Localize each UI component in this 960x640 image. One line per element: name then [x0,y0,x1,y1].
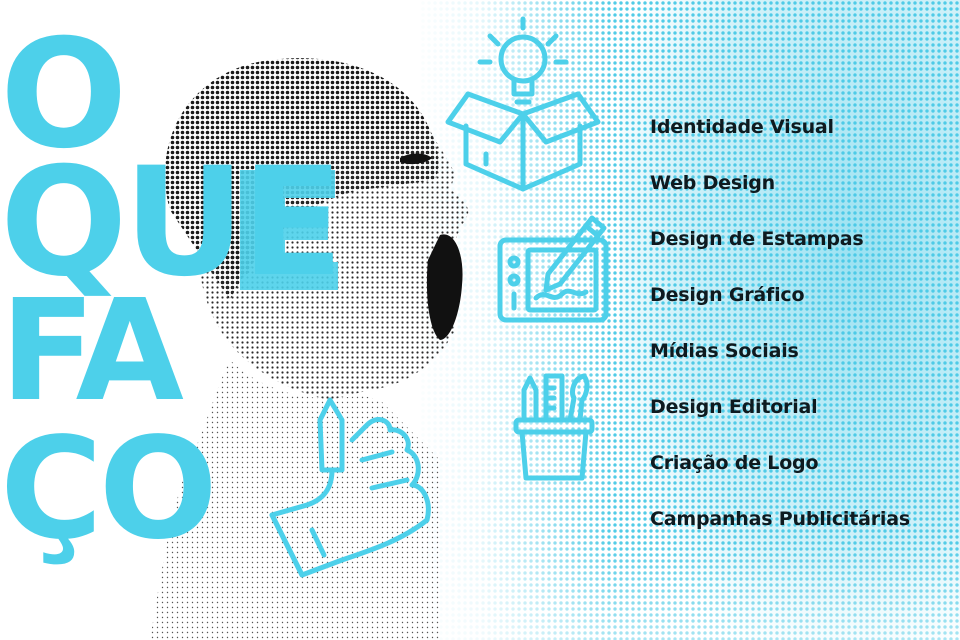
service-item: Campanhas Publicitárias [650,508,910,530]
service-item: Identidade Visual [650,116,834,138]
service-item: Web Design [650,172,775,194]
pen-cup-icon [510,370,600,485]
service-item: Design Gráfico [650,284,805,306]
lightbulb-box-icon [438,14,608,194]
headline-co: ÇO [0,408,218,571]
services-list: Identidade Visual Web Design Design de E… [650,112,910,560]
headline-fa: FA [0,270,184,433]
hand-holding-pen-icon [262,390,442,580]
service-item: Criação de Logo [650,452,819,474]
drawing-tablet-icon [496,212,616,327]
service-item: Design Editorial [650,396,818,418]
service-item: Design de Estampas [650,228,864,250]
poster: O QUE FA ÇO Identidade Visual Web Design… [0,0,960,640]
service-item: Mídias Sociais [650,340,799,362]
